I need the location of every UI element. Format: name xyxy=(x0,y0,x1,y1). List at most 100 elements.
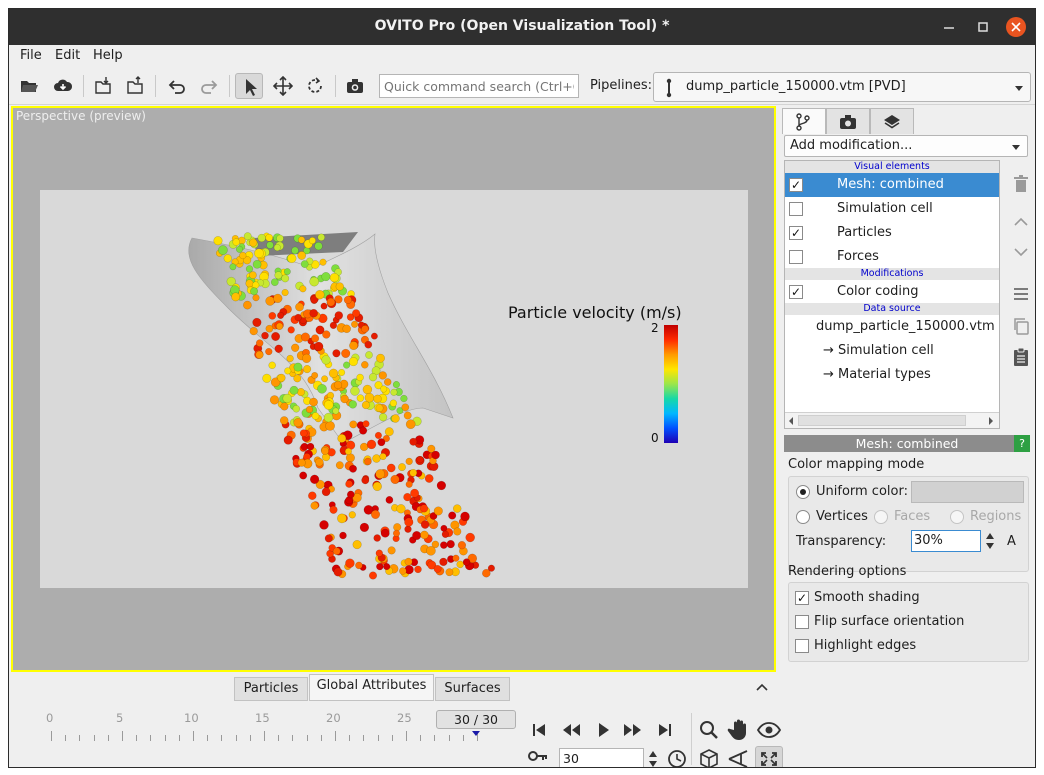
last-frame-icon[interactable] xyxy=(651,717,679,743)
highlight-edges-checkbox[interactable] xyxy=(795,639,809,653)
export-button[interactable] xyxy=(121,73,149,99)
tab-particles[interactable]: Particles xyxy=(234,677,308,701)
pick-orbit-center-icon[interactable] xyxy=(695,746,723,768)
tab-render[interactable] xyxy=(826,108,870,134)
close-button[interactable] xyxy=(1004,15,1028,39)
previous-frame-icon[interactable] xyxy=(557,717,585,743)
render-button[interactable] xyxy=(341,73,369,99)
first-frame-icon[interactable] xyxy=(525,717,553,743)
particle xyxy=(445,568,454,577)
minimize-icon xyxy=(944,27,954,29)
frame-spinner-icon[interactable] xyxy=(646,748,660,768)
list-item-data-source[interactable]: dump_particle_150000.vtm [PV xyxy=(785,315,999,339)
clock-icon[interactable] xyxy=(663,746,691,768)
scrollbar-thumb[interactable] xyxy=(798,415,966,426)
transparency-spinner-icon[interactable] xyxy=(983,530,997,552)
flip-orientation-checkbox[interactable] xyxy=(795,615,809,629)
vertices-radio[interactable] xyxy=(796,510,810,524)
selection-mode-button[interactable] xyxy=(235,73,263,99)
list-item-color-coding[interactable]: ✓ Color coding xyxy=(785,280,999,304)
tab-global-attributes[interactable]: Global Attributes xyxy=(309,674,434,701)
uniform-color-radio[interactable] xyxy=(796,485,810,499)
mesh-combined-checkbox[interactable]: ✓ xyxy=(789,178,803,192)
particle xyxy=(361,476,370,485)
list-item-simulation-cell[interactable]: Simulation cell xyxy=(785,197,999,221)
particle xyxy=(320,302,328,310)
minimize-button[interactable] xyxy=(937,15,961,39)
transparency-input[interactable]: 30% xyxy=(911,530,981,552)
particle xyxy=(329,505,338,514)
zoom-icon[interactable] xyxy=(695,717,723,743)
maximize-button[interactable] xyxy=(971,15,995,39)
maximize-viewport-button[interactable] xyxy=(755,746,783,767)
particle xyxy=(440,524,448,532)
command-search-input[interactable] xyxy=(379,74,579,98)
trash-icon[interactable] xyxy=(1011,174,1031,194)
tab-pipeline[interactable] xyxy=(782,108,826,134)
simulation-cell-checkbox[interactable] xyxy=(789,202,803,216)
particle xyxy=(274,344,283,353)
menu-lines-icon[interactable] xyxy=(1011,284,1031,304)
particle xyxy=(420,520,430,529)
forces-checkbox[interactable] xyxy=(789,250,803,264)
move-down-icon[interactable] xyxy=(1011,242,1031,262)
open-file-button[interactable] xyxy=(15,73,43,99)
redo-button[interactable] xyxy=(195,73,223,99)
rotate-mode-button[interactable] xyxy=(301,73,329,99)
tab-overlays[interactable] xyxy=(870,108,914,134)
time-slider[interactable]: 0 5 10 15 20 25 30 / 30 xyxy=(9,701,519,767)
list-item-forces[interactable]: Forces xyxy=(785,245,999,269)
list-item-source-simulation-cell[interactable]: → Simulation cell xyxy=(785,339,999,363)
help-button[interactable]: ? xyxy=(1014,435,1030,452)
particles-checkbox[interactable]: ✓ xyxy=(789,226,803,240)
legend-title: Particle velocity (m/s) xyxy=(508,303,682,322)
list-item-particles[interactable]: ✓ Particles xyxy=(785,221,999,245)
pipeline-selector[interactable]: dump_particle_150000.vtm [PVD] xyxy=(653,72,1031,102)
pipeline-icon xyxy=(666,78,672,98)
particle xyxy=(321,375,329,383)
pipeline-editor-list[interactable]: Visual elements ✓ Mesh: combined Simulat… xyxy=(784,160,1000,429)
particle xyxy=(372,481,382,492)
frame-input[interactable]: 30 xyxy=(559,748,644,767)
undo-button[interactable] xyxy=(163,73,191,99)
import-button[interactable] xyxy=(89,73,117,99)
scroll-right-icon xyxy=(989,417,993,425)
next-frame-icon[interactable] xyxy=(619,717,647,743)
chevron-up-icon[interactable] xyxy=(756,683,768,691)
particle xyxy=(420,530,429,540)
list-item-mesh-combined[interactable]: ✓ Mesh: combined xyxy=(785,173,999,197)
move-up-icon[interactable] xyxy=(1011,212,1031,232)
particle xyxy=(410,488,420,498)
particle xyxy=(314,241,323,251)
regions-radio[interactable] xyxy=(950,510,964,524)
copy-icon[interactable] xyxy=(1011,316,1031,336)
toolbar: Pipelines: dump_particle_150000.vtm [PVD… xyxy=(9,67,1035,105)
tab-surfaces[interactable]: Surfaces xyxy=(435,677,510,701)
viewport-perspective[interactable]: Perspective (preview) Particle velocity … xyxy=(11,106,776,672)
horizontal-scrollbar[interactable] xyxy=(785,412,999,428)
particle xyxy=(364,340,373,349)
color-coding-checkbox[interactable]: ✓ xyxy=(789,285,803,299)
particle xyxy=(325,421,335,431)
menu-file[interactable]: File xyxy=(20,48,42,63)
add-modification-dropdown[interactable]: Add modification... xyxy=(784,135,1028,157)
particle xyxy=(297,251,307,260)
key-icon[interactable] xyxy=(527,746,549,766)
orbit-eye-icon[interactable] xyxy=(755,717,783,743)
fov-icon[interactable] xyxy=(725,746,753,768)
faces-radio[interactable] xyxy=(874,510,888,524)
particle xyxy=(323,400,334,410)
uniform-color-swatch[interactable] xyxy=(911,481,1024,503)
list-item-material-types[interactable]: → Material types xyxy=(785,363,999,387)
play-icon[interactable] xyxy=(589,717,617,743)
smooth-shading-checkbox[interactable]: ✓ xyxy=(795,591,809,605)
move-mode-button[interactable] xyxy=(269,73,297,99)
menu-edit[interactable]: Edit xyxy=(55,48,80,63)
menu-help[interactable]: Help xyxy=(93,48,123,63)
particle xyxy=(249,326,258,336)
time-slider-handle[interactable]: 30 / 30 xyxy=(436,710,516,729)
load-remote-button[interactable] xyxy=(49,73,77,99)
pan-hand-icon[interactable] xyxy=(725,717,753,743)
particle xyxy=(364,392,375,403)
clipboard-icon[interactable] xyxy=(1011,347,1031,367)
